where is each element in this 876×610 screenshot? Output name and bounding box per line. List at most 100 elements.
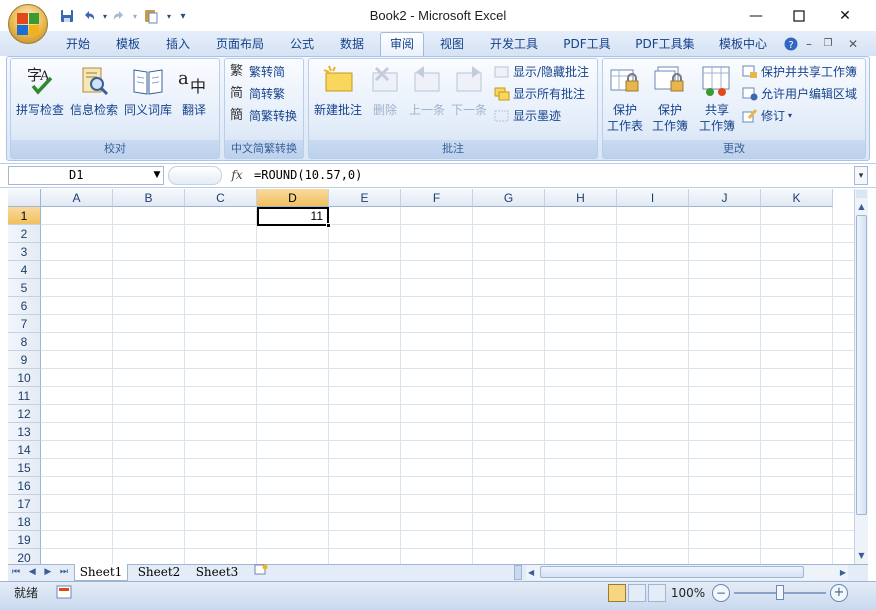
active-cell[interactable]: 11 (257, 207, 329, 226)
zoom-slider-thumb[interactable] (776, 585, 784, 600)
row-header-18[interactable]: 18 (8, 513, 41, 531)
row-header-10[interactable]: 10 (8, 369, 41, 387)
column-header-D[interactable]: D (257, 189, 329, 207)
select-all-corner[interactable] (8, 189, 41, 207)
ribbon-minimize-icon[interactable]: – (802, 33, 816, 55)
column-header-E[interactable]: E (329, 189, 401, 207)
row-header-1[interactable]: 1 (8, 207, 41, 225)
previous-comment-button[interactable]: 上一条 (406, 64, 448, 118)
column-header-H[interactable]: H (545, 189, 617, 207)
row-header-5[interactable]: 5 (8, 279, 41, 297)
sheet-nav-buttons[interactable]: ⏮ ◀ ▶ ⏭ (12, 565, 68, 580)
show-all-comments-button[interactable]: 显示所有批注 (494, 84, 585, 104)
tab-view[interactable]: 视图 (430, 33, 474, 55)
insert-sheet-icon[interactable] (250, 564, 272, 581)
allow-edit-ranges-button[interactable]: 允许用户编辑区域 (742, 84, 857, 104)
tab-developer[interactable]: 开发工具 (480, 33, 548, 55)
office-button[interactable] (8, 4, 48, 44)
row-header-2[interactable]: 2 (8, 225, 41, 243)
row-header-13[interactable]: 13 (8, 423, 41, 441)
tab-split-box[interactable] (514, 565, 522, 580)
chinese-convert-button[interactable]: 簡简繁转换 (230, 106, 297, 126)
row-header-14[interactable]: 14 (8, 441, 41, 459)
scroll-right-icon[interactable]: ▶ (840, 565, 846, 580)
trad-to-simp-button[interactable]: 繁繁转简 (230, 62, 285, 82)
zoom-level[interactable]: 100% (668, 583, 708, 603)
fill-handle[interactable] (326, 223, 331, 228)
scroll-thumb[interactable] (856, 215, 867, 515)
row-header-19[interactable]: 19 (8, 531, 41, 549)
tab-home[interactable]: 开始 (56, 33, 100, 55)
horizontal-scrollbar[interactable]: ◀ ▶ (526, 565, 848, 580)
row-header-12[interactable]: 12 (8, 405, 41, 423)
row-header-4[interactable]: 4 (8, 261, 41, 279)
paste-icon[interactable] (142, 7, 160, 25)
vertical-scrollbar[interactable]: ▲ ▼ (854, 189, 868, 564)
maximize-button[interactable] (776, 0, 822, 31)
sheet-tab-2[interactable]: Sheet2 (132, 564, 186, 581)
column-header-J[interactable]: J (689, 189, 761, 207)
row-header-11[interactable]: 11 (8, 387, 41, 405)
spell-check-button[interactable]: 字A 拼写检查 (14, 64, 66, 118)
sheet-tab-1[interactable]: Sheet1 (74, 564, 128, 581)
tab-page-layout[interactable]: 页面布局 (206, 33, 274, 55)
split-box[interactable] (856, 190, 867, 198)
help-icon[interactable]: ? (782, 33, 800, 55)
row-header-16[interactable]: 16 (8, 477, 41, 495)
track-changes-button[interactable]: 修订 ▾ (742, 106, 792, 126)
insert-function-icon[interactable]: fx (226, 166, 248, 185)
protect-share-workbook-button[interactable]: 保护并共享工作簿 (742, 62, 857, 82)
column-header-K[interactable]: K (761, 189, 833, 207)
scroll-up-icon[interactable]: ▲ (856, 201, 867, 213)
prev-sheet-icon[interactable]: ◀ (29, 565, 36, 580)
row-header-9[interactable]: 9 (8, 351, 41, 369)
row-header-15[interactable]: 15 (8, 459, 41, 477)
column-header-A[interactable]: A (41, 189, 113, 207)
delete-comment-button[interactable]: 删除 (366, 64, 404, 118)
row-header-3[interactable]: 3 (8, 243, 41, 261)
translate-button[interactable]: a中 翻译 (172, 64, 216, 118)
show-hide-comment-button[interactable]: 显示/隐藏批注 (494, 62, 589, 82)
row-header-7[interactable]: 7 (8, 315, 41, 333)
tab-insert[interactable]: 插入 (156, 33, 200, 55)
thesaurus-button[interactable]: 同义词库 (122, 64, 174, 118)
next-sheet-icon[interactable]: ▶ (44, 565, 51, 580)
minimize-button[interactable]: — (733, 0, 779, 31)
zoom-out-icon[interactable]: − (712, 584, 730, 602)
formula-bar-splitter[interactable] (168, 166, 222, 185)
worksheet-grid[interactable]: ABCDEFGHIJK 1 2 3 4 5 6 7 8 9 10 11 12 13 14 15 16 17 18 1… (8, 189, 854, 564)
column-header-C[interactable]: C (185, 189, 257, 207)
tab-templates[interactable]: 模板 (106, 33, 150, 55)
row-header-8[interactable]: 8 (8, 333, 41, 351)
restore-window-icon[interactable]: ❐ (820, 33, 836, 55)
column-header-F[interactable]: F (401, 189, 473, 207)
normal-view-icon[interactable] (608, 584, 626, 602)
sheet-tab-3[interactable]: Sheet3 (190, 564, 244, 581)
tab-data[interactable]: 数据 (330, 33, 374, 55)
expand-formula-bar-icon[interactable]: ▾ (854, 166, 868, 185)
h-scroll-thumb[interactable] (540, 566, 804, 578)
protect-sheet-button[interactable]: 保护 工作表 (604, 64, 646, 134)
scroll-down-icon[interactable]: ▼ (856, 550, 867, 562)
column-header-G[interactable]: G (473, 189, 545, 207)
save-icon[interactable] (58, 7, 76, 25)
close-workbook-icon[interactable]: ✕ (846, 33, 860, 55)
column-header-I[interactable]: I (617, 189, 689, 207)
page-layout-view-icon[interactable] (628, 584, 646, 602)
last-sheet-icon[interactable]: ⏭ (60, 565, 68, 580)
first-sheet-icon[interactable]: ⏮ (12, 565, 20, 580)
row-header-17[interactable]: 17 (8, 495, 41, 513)
close-button[interactable]: ✕ (822, 0, 868, 31)
protect-workbook-button[interactable]: 保护 工作簿 (646, 64, 694, 134)
tab-review[interactable]: 审阅 (380, 32, 424, 56)
name-box-dropdown-icon[interactable]: ▼ (150, 166, 164, 185)
show-ink-button[interactable]: 显示墨迹 (494, 106, 561, 126)
column-header-B[interactable]: B (113, 189, 185, 207)
row-header-20[interactable]: 20 (8, 549, 41, 564)
scroll-left-icon[interactable]: ◀ (528, 565, 534, 580)
customize-icon[interactable]: ▾ (174, 7, 192, 25)
research-button[interactable]: 信息检索 (68, 64, 120, 118)
tab-formulas[interactable]: 公式 (280, 33, 324, 55)
tab-pdf-tools[interactable]: PDF工具 (554, 33, 620, 55)
zoom-in-icon[interactable]: + (830, 584, 848, 602)
